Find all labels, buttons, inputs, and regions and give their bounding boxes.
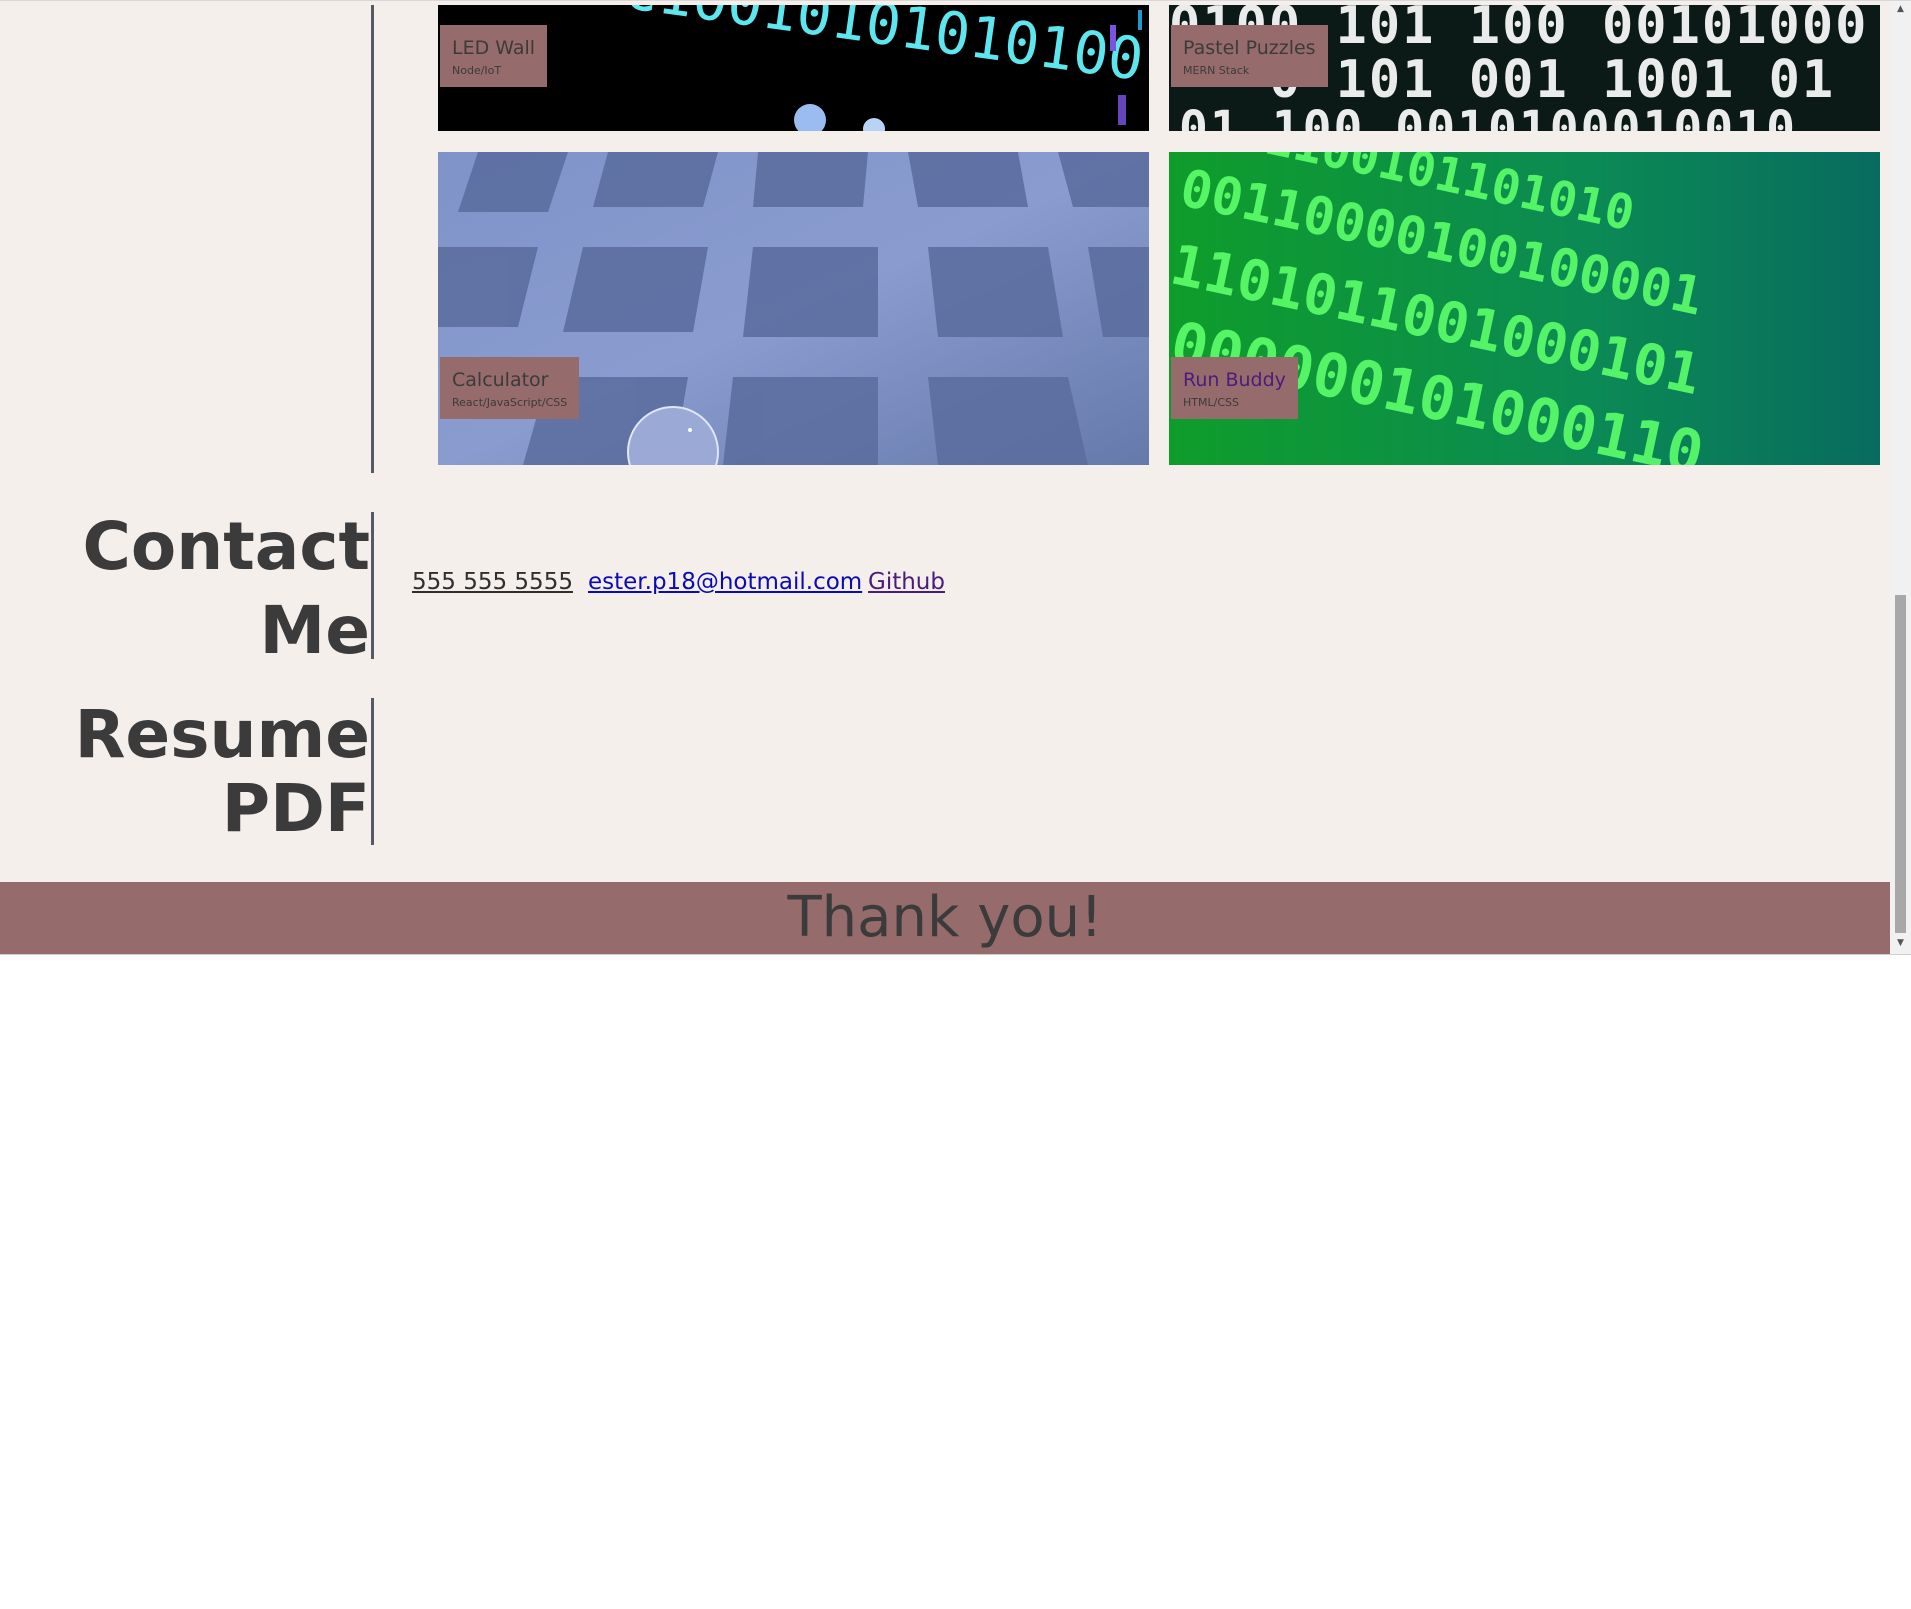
project-label: LED Wall Node/IoT	[440, 25, 548, 87]
github-link[interactable]: Github	[868, 569, 945, 595]
scroll-thumb[interactable]	[1895, 595, 1906, 933]
project-stack: MERN Stack	[1183, 64, 1250, 77]
svg-text:01 100 0010100010010: 01 100 0010100010010	[1179, 101, 1797, 131]
project-title: Pastel Puzzles	[1183, 37, 1316, 59]
project-stack: HTML/CSS	[1183, 396, 1239, 409]
project-title: LED Wall	[452, 37, 536, 59]
contact-divider	[371, 512, 374, 659]
blank-area	[0, 954, 1911, 1609]
project-title: Run Buddy	[1183, 369, 1286, 391]
resume-heading-line2: PDF	[221, 770, 370, 847]
scroll-down-icon[interactable]: ▼	[1890, 935, 1911, 952]
resume-divider	[371, 698, 374, 845]
resume-heading[interactable]: Resume PDF	[75, 698, 370, 846]
project-label: Calculator React/JavaScript/CSS	[440, 357, 580, 419]
project-card-led-wall[interactable]: C10010101010100 LED Wall Node/IoT	[438, 5, 1149, 131]
project-card-calculator[interactable]: Calculator React/JavaScript/CSS	[438, 152, 1149, 465]
scroll-up-icon[interactable]: ▲	[1890, 1, 1911, 18]
page-viewport: C10010101010100 LED Wall Node/IoT 0100 1…	[0, 0, 1911, 955]
vertical-scrollbar[interactable]: ▲ ▼	[1890, 1, 1911, 955]
project-card-run-buddy[interactable]: 0101100101101010 00110000100100001 11010…	[1169, 152, 1880, 465]
resume-heading-line1: Resume	[74, 696, 370, 773]
contact-heading: Contact Me	[82, 508, 370, 669]
project-stack: React/JavaScript/CSS	[452, 396, 568, 409]
footer-text: Thank you!	[787, 885, 1103, 950]
email-link[interactable]: ester.p18@hotmail.com	[588, 569, 862, 595]
phone-link[interactable]: 555 555 5555	[412, 569, 573, 595]
project-label: Run Buddy HTML/CSS	[1171, 357, 1298, 419]
project-stack: Node/IoT	[452, 64, 502, 77]
project-label: Pastel Puzzles MERN Stack	[1171, 25, 1328, 87]
portfolio-divider	[371, 5, 374, 473]
project-card-pastel-puzzles[interactable]: 0100 101 100 00101000 0 101 001 1001 01 …	[1169, 5, 1880, 131]
footer: Thank you!	[0, 882, 1890, 954]
project-title: Calculator	[452, 369, 549, 391]
